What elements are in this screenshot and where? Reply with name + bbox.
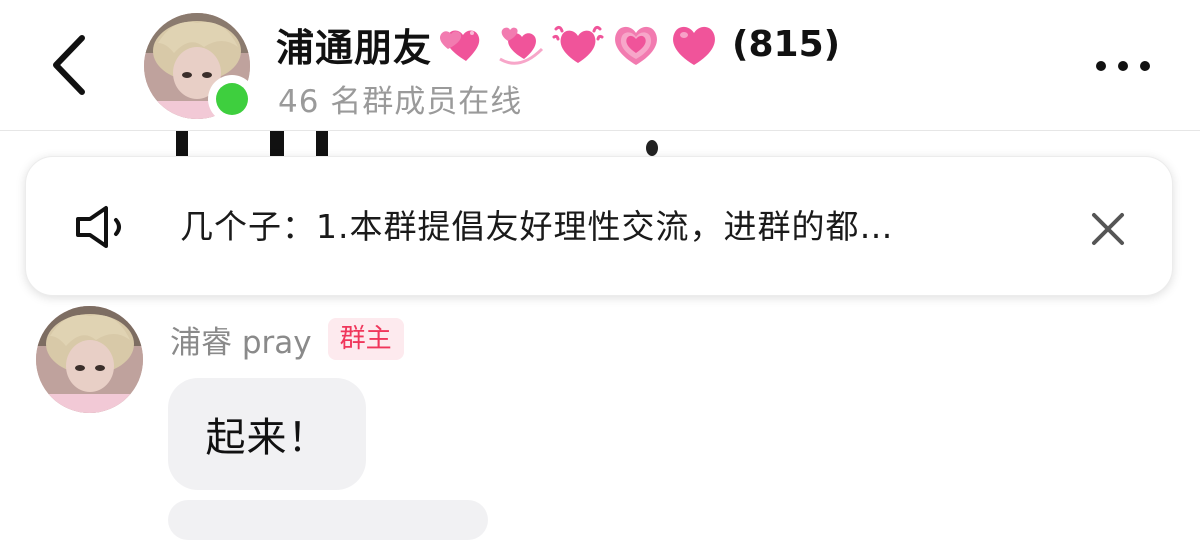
heart-with-ribbon-icon (440, 30, 480, 61)
next-message-bubble[interactable] (168, 500, 488, 540)
message-sender-row: 浦睿 pray 群主 (170, 314, 404, 364)
announcement-text: 几个子：1.本群提倡友好理性交流，进群的都… (180, 207, 894, 246)
online-indicator (208, 75, 256, 123)
group-name: 浦通朋友 (276, 25, 433, 70)
close-announcement-button[interactable] (1086, 207, 1130, 251)
message-text: 起来！ (205, 415, 329, 461)
revolving-hearts-icon (499, 27, 544, 65)
speaker-icon (76, 206, 121, 248)
more-options-button[interactable] (1088, 48, 1158, 84)
beating-heart-icon (552, 25, 604, 63)
message-bubble[interactable]: 起来！ (168, 378, 366, 490)
online-member-count: 46 名群成员在线 (278, 84, 523, 120)
more-dots-icon (1096, 61, 1150, 71)
sender-name[interactable]: 浦睿 pray (170, 317, 312, 362)
growing-heart-icon (615, 26, 657, 66)
chat-header: 浦通朋友 (815) 46 名群成员在线 (0, 0, 1200, 131)
role-badge: 群主 (327, 318, 404, 360)
heart-emoji-row (436, 19, 726, 69)
back-button[interactable] (46, 32, 98, 98)
sender-avatar[interactable] (36, 306, 143, 413)
chat-title[interactable]: 浦通朋友 (815) (276, 14, 840, 74)
group-announcement-banner[interactable]: 几个子：1.本群提倡友好理性交流，进群的都… (25, 156, 1173, 296)
pink-heart-icon (673, 26, 715, 66)
close-icon (1092, 213, 1124, 245)
chevron-left-icon (53, 35, 85, 95)
member-count: (815) (732, 23, 841, 65)
